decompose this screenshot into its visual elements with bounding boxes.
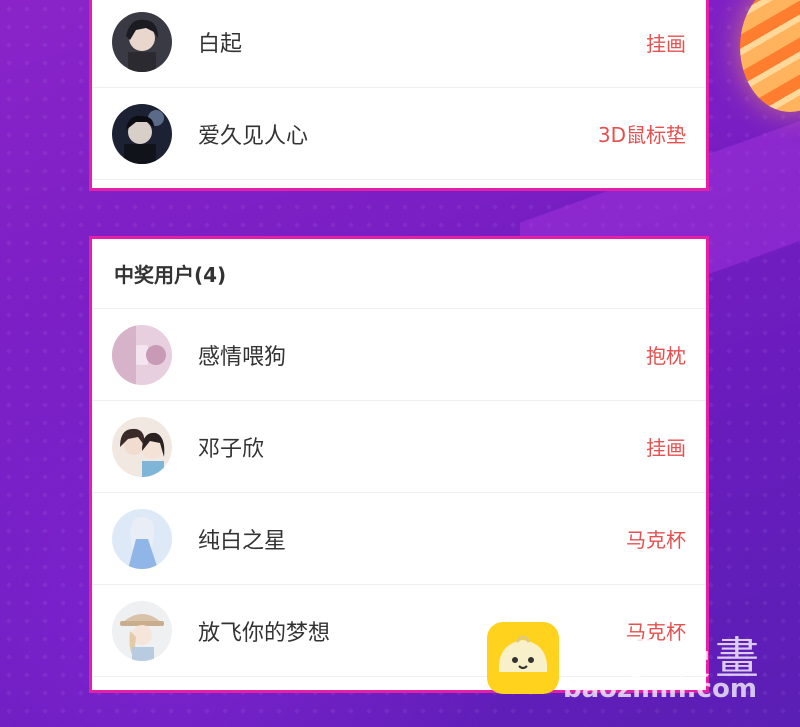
user-name: 纯白之星 (198, 528, 287, 554)
watermark: 包子漫畫 baozimh.com (487, 620, 787, 710)
list-item[interactable]: 邓子欣 挂画 (92, 401, 706, 493)
list-item[interactable]: 白起 挂画 (92, 0, 706, 88)
prize-label: 挂画 (646, 31, 686, 56)
avatar[interactable] (112, 12, 172, 72)
list-item[interactable]: 爱久见人心 3D鼠标垫 (92, 88, 706, 180)
avatar[interactable] (112, 416, 172, 477)
bun-logo-icon (487, 622, 559, 694)
user-name: 白起 (198, 32, 243, 57)
prize-label: 抱枕 (646, 344, 686, 368)
watermark-url: baozimh.com (563, 674, 757, 704)
avatar[interactable] (112, 324, 172, 385)
avatar[interactable] (112, 103, 172, 164)
winners-header: 中奖用户(4) (92, 239, 706, 309)
avatar[interactable] (112, 508, 172, 569)
list-item[interactable]: 感情喂狗 抱枕 (92, 309, 706, 401)
list-item[interactable]: 纯白之星 马克杯 (92, 493, 706, 585)
previous-winners-card: 白起 挂画 爱久见人心 3D鼠标垫 (89, 0, 709, 191)
user-name: 感情喂狗 (198, 344, 287, 370)
user-name: 邓子欣 (198, 436, 265, 462)
prize-label: 3D鼠标垫 (597, 123, 686, 147)
prize-label: 马克杯 (626, 528, 686, 552)
avatar[interactable] (112, 600, 172, 661)
user-name: 爱久见人心 (198, 123, 309, 149)
prize-label: 挂画 (646, 436, 686, 460)
